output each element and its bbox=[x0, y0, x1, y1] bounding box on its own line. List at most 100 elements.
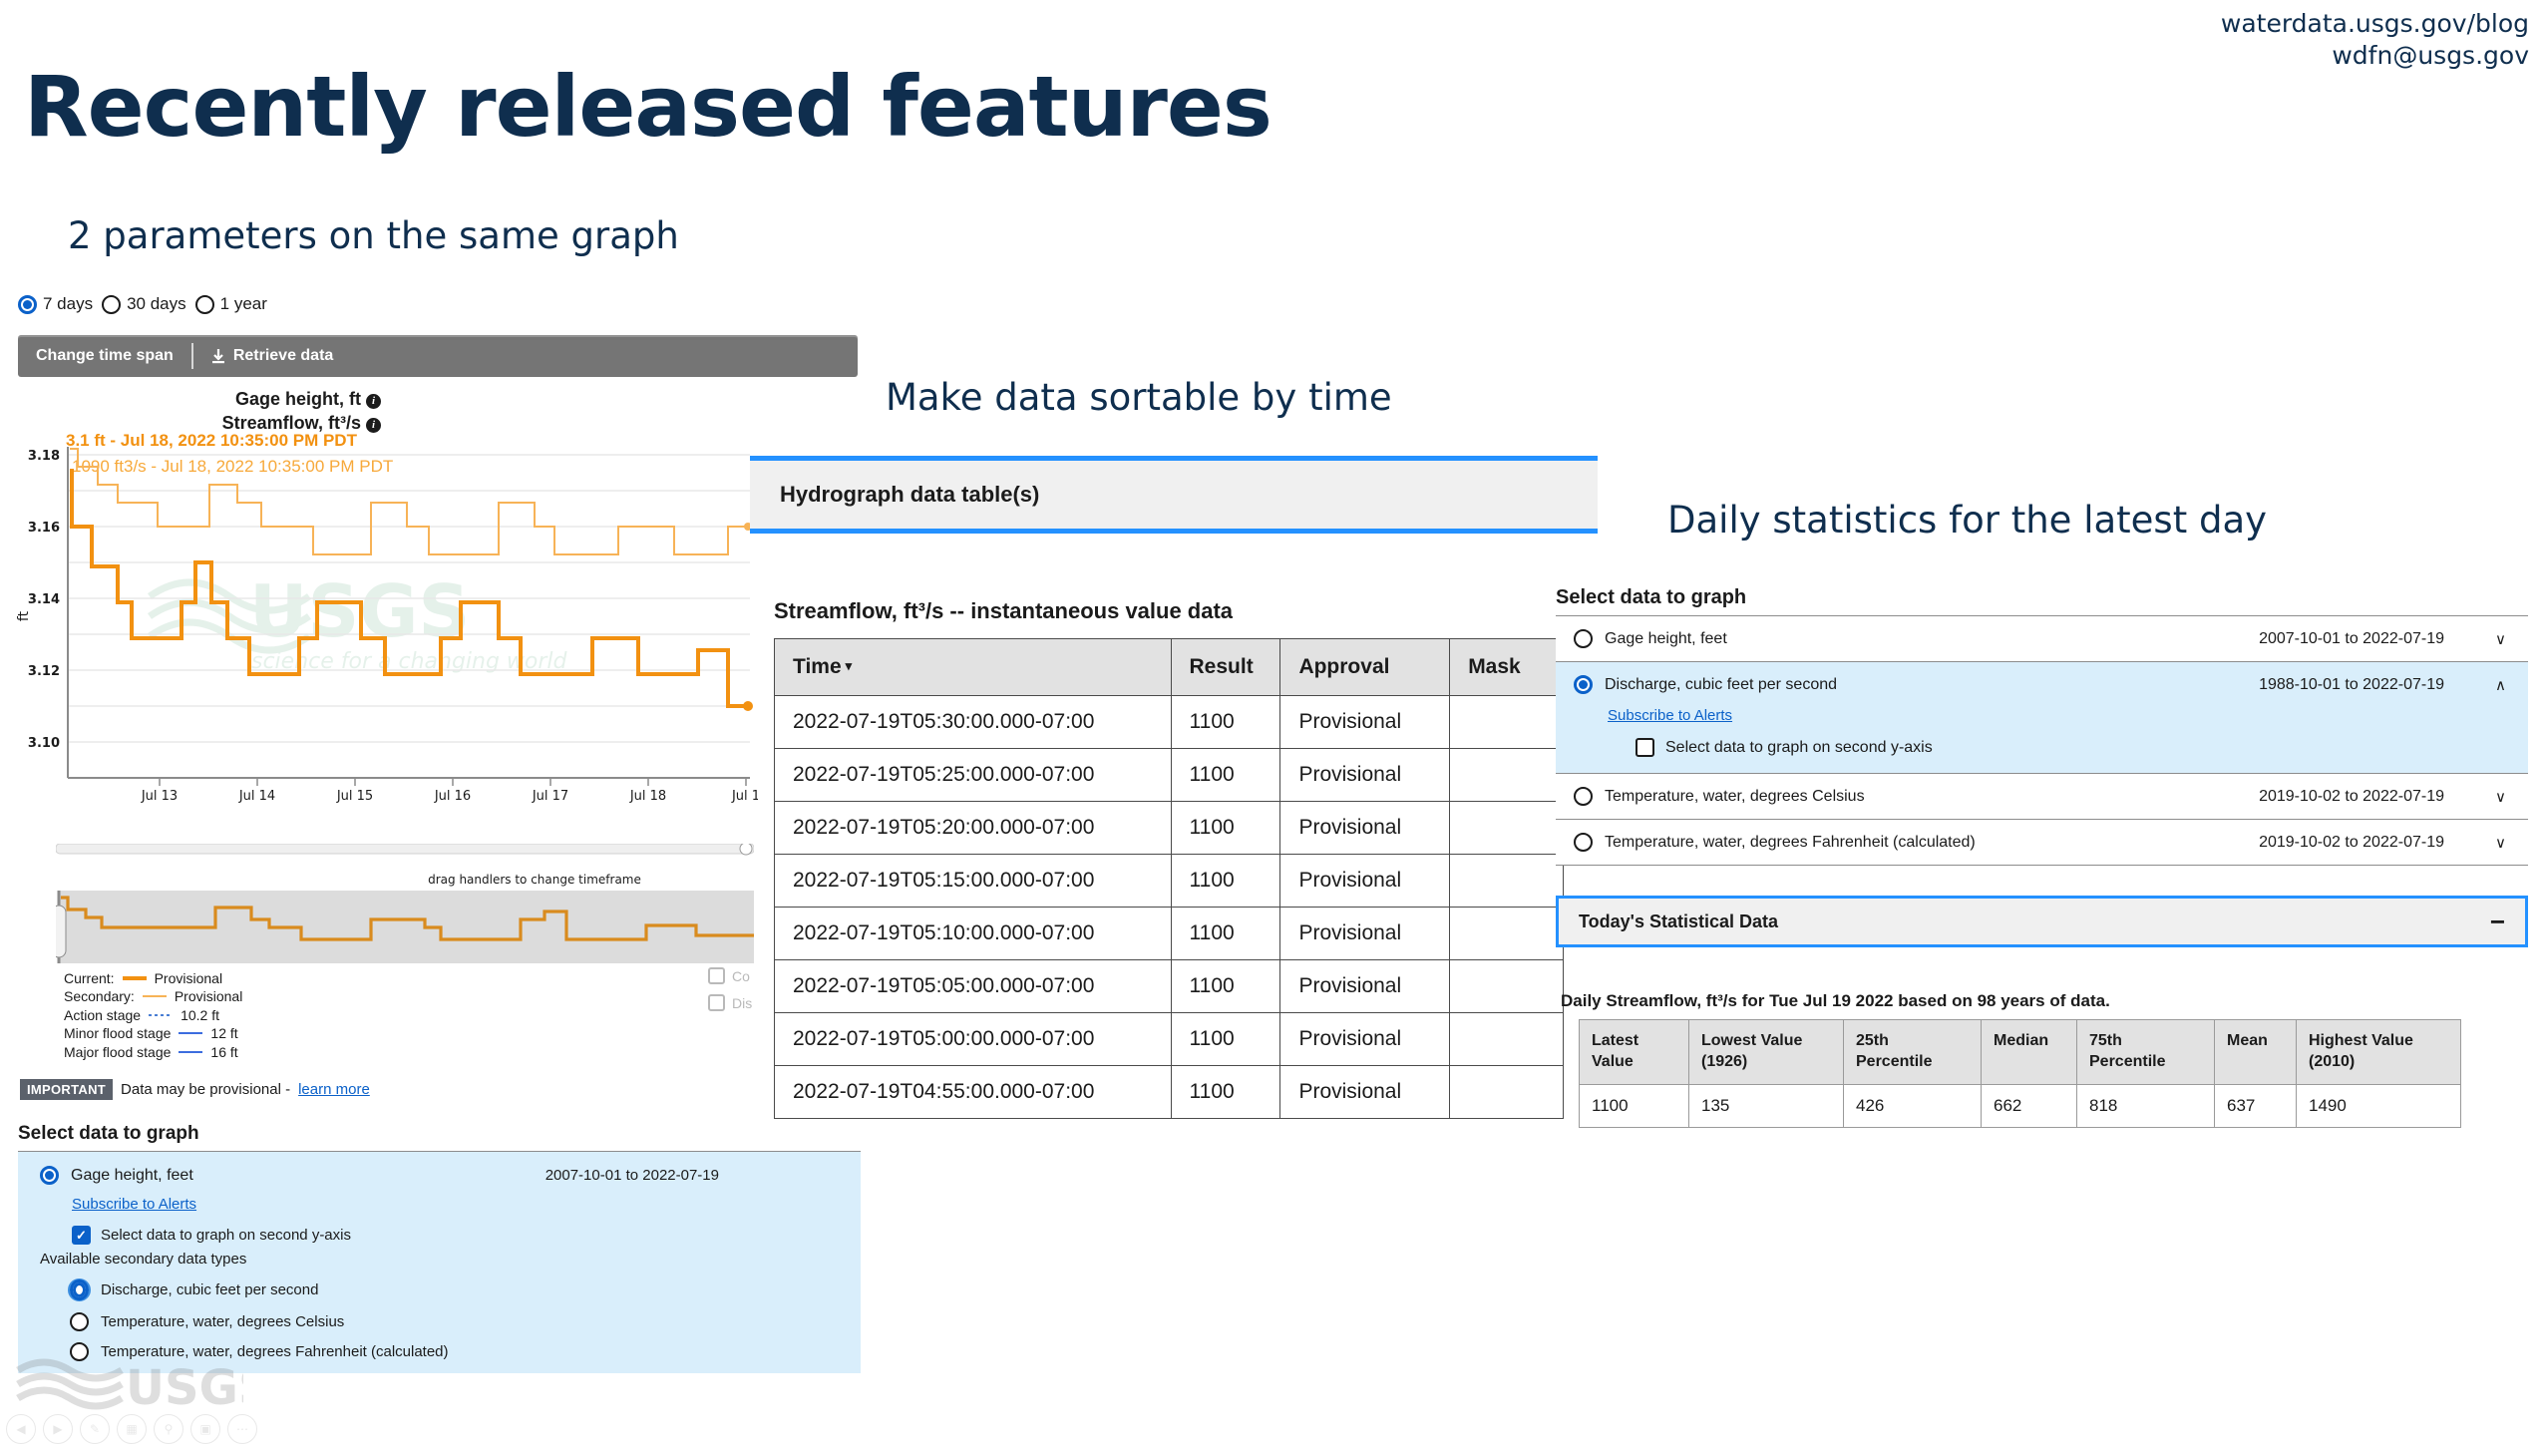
timespan-label: 30 days bbox=[127, 294, 186, 313]
timespan-option-1-year[interactable]: 1 year bbox=[194, 294, 267, 314]
brush-handle-left[interactable] bbox=[51, 905, 67, 958]
chart-option-checkboxes[interactable]: Co Dis bbox=[708, 967, 752, 1021]
cell-result: 1100 bbox=[1170, 907, 1281, 960]
contact-email: wdfn@usgs.gov bbox=[2332, 41, 2529, 70]
scroll-track[interactable] bbox=[55, 843, 755, 855]
provisional-text: Data may be provisional - bbox=[121, 1081, 291, 1098]
timeframe-brush[interactable]: drag handlers to change timeframe Jul 13… bbox=[51, 842, 755, 994]
radio-empty-icon[interactable] bbox=[70, 1312, 89, 1331]
left-option-label: Gage height, feet bbox=[71, 1166, 193, 1184]
timespan-label: 1 year bbox=[219, 294, 267, 313]
stats-cell-highest-value: 1490 bbox=[2296, 1083, 2461, 1128]
radio-empty-icon[interactable] bbox=[1574, 787, 1593, 806]
timespan-option-30-days[interactable]: 30 days bbox=[102, 294, 186, 314]
secondary-option-temp-celsius[interactable]: Temperature, water, degrees Celsius bbox=[70, 1312, 861, 1331]
svg-text:USGS: USGS bbox=[126, 1360, 243, 1416]
column-header-result[interactable]: Result bbox=[1170, 638, 1281, 696]
slide-controls[interactable]: ◀ ▶ ✎ ▦ ⚲ ▣ ⋯ bbox=[6, 1414, 257, 1444]
checkbox-empty-icon[interactable] bbox=[708, 994, 725, 1011]
column-header-mask[interactable]: Mask bbox=[1449, 638, 1564, 696]
cell-approval: Provisional bbox=[1279, 959, 1451, 1013]
chart-checkbox-compare[interactable]: Co bbox=[708, 967, 752, 984]
legend-row: Action stage 10.2 ft bbox=[64, 1006, 242, 1024]
primary-parameter-label: Gage height, ft i bbox=[222, 387, 381, 411]
change-time-span-button[interactable]: Change time span bbox=[18, 335, 191, 377]
info-icon[interactable]: i bbox=[366, 418, 381, 434]
grid-icon[interactable]: ▦ bbox=[117, 1414, 147, 1444]
subscribe-to-alerts-link[interactable]: Subscribe to Alerts bbox=[1608, 707, 1732, 724]
caret-down-icon[interactable]: ▾ bbox=[846, 658, 853, 673]
radio-selected-icon[interactable] bbox=[18, 294, 37, 314]
left-option-gage-height[interactable]: Gage height, feet 2007-10-01 to 2022-07-… bbox=[18, 1166, 861, 1185]
secondary-option-discharge[interactable]: Discharge, cubic feet per second bbox=[68, 1278, 861, 1301]
second-y-axis-checkbox-row[interactable]: ✓ Select data to graph on second y-axis bbox=[72, 1226, 861, 1245]
chevron-down-icon[interactable]: ∨ bbox=[2495, 788, 2506, 806]
notes-icon[interactable]: ▣ bbox=[190, 1414, 220, 1444]
legend-value: 10.2 ft bbox=[181, 1006, 219, 1023]
table-row: 2022-07-19T05:30:00.000-07:00 1100 Provi… bbox=[774, 695, 1564, 749]
table-header-row: Latest Value Lowest Value (1926) 25th Pe… bbox=[1579, 1019, 2461, 1085]
right-option-discharge[interactable]: Discharge, cubic feet per second 1988-10… bbox=[1556, 662, 2528, 707]
next-slide-icon[interactable]: ▶ bbox=[43, 1414, 73, 1444]
stats-cell-75th-percentile: 818 bbox=[2076, 1083, 2215, 1128]
column-header-time[interactable]: Time ▾ bbox=[774, 638, 1172, 696]
right-option-range: 2007-10-01 to 2022-07-19 bbox=[2259, 629, 2444, 647]
legend-swatch-solid-thin bbox=[142, 987, 168, 1005]
search-icon[interactable]: ⚲ bbox=[154, 1414, 183, 1444]
stats-column-highest-value: Highest Value (2010) bbox=[2296, 1019, 2461, 1085]
learn-more-link[interactable]: learn more bbox=[298, 1081, 370, 1098]
column-header-approval[interactable]: Approval bbox=[1279, 638, 1451, 696]
cell-time: 2022-07-19T05:15:00.000-07:00 bbox=[774, 854, 1172, 908]
radio-selected-icon[interactable] bbox=[40, 1166, 59, 1185]
stats-cell-latest-value: 1100 bbox=[1579, 1083, 1689, 1128]
table-row: 2022-07-19T05:25:00.000-07:00 1100 Provi… bbox=[774, 748, 1564, 802]
checkbox-empty-icon[interactable] bbox=[708, 967, 725, 984]
stats-cell-median: 662 bbox=[1981, 1083, 2077, 1128]
instantaneous-value-table: Time ▾ Result Approval Mask 2022-07-19T05… bbox=[774, 638, 1564, 1119]
right-option-temp-celsius[interactable]: Temperature, water, degrees Celsius 2019… bbox=[1556, 774, 2528, 820]
table-row: 2022-07-19T05:00:00.000-07:00 1100 Provi… bbox=[774, 1012, 1564, 1066]
left-select-title: Select data to graph bbox=[18, 1123, 199, 1144]
chart-checkbox-display[interactable]: Dis bbox=[708, 994, 752, 1011]
radio-empty-icon[interactable] bbox=[194, 294, 214, 314]
radio-selected-icon[interactable] bbox=[68, 1278, 91, 1301]
timespan-option-7-days[interactable]: 7 days bbox=[18, 294, 93, 314]
legend-value: 16 ft bbox=[210, 1043, 238, 1060]
pen-icon[interactable]: ✎ bbox=[80, 1414, 110, 1444]
table-header-row: Time ▾ Result Approval Mask bbox=[774, 638, 1564, 696]
hydrograph-chart[interactable]: Gage height, ft i Streamflow, ft³/s i 3.… bbox=[0, 387, 758, 846]
todays-stats-title: Today's Statistical Data bbox=[1579, 910, 1779, 931]
cell-approval: Provisional bbox=[1279, 1065, 1451, 1119]
chevron-up-icon[interactable]: ∧ bbox=[2495, 676, 2506, 694]
info-icon[interactable]: i bbox=[366, 394, 381, 409]
radio-empty-icon[interactable] bbox=[102, 294, 122, 314]
radio-empty-icon[interactable] bbox=[1574, 629, 1593, 648]
right-select-list: Gage height, feet 2007-10-01 to 2022-07-… bbox=[1556, 615, 2528, 866]
prev-slide-icon[interactable]: ◀ bbox=[6, 1414, 36, 1444]
chart-svg: USGS science for a changing world 3.18 3… bbox=[16, 447, 758, 804]
legend-row: Minor flood stage 12 ft bbox=[64, 1024, 242, 1042]
subscribe-to-alerts-link[interactable]: Subscribe to Alerts bbox=[72, 1196, 861, 1213]
brush-hint-label: drag handlers to change timeframe bbox=[428, 873, 641, 887]
checkbox-empty-icon[interactable] bbox=[1636, 738, 1654, 757]
y-tick-labels: 3.18 3.16 3.14 3.12 3.10 bbox=[28, 449, 60, 751]
minus-icon[interactable]: − bbox=[2490, 909, 2505, 934]
todays-stats-accordion-header[interactable]: Today's Statistical Data − bbox=[1556, 896, 2528, 947]
chevron-down-icon[interactable]: ∨ bbox=[2495, 834, 2506, 852]
right-option-temp-fahrenheit[interactable]: Temperature, water, degrees Fahrenheit (… bbox=[1556, 820, 2528, 866]
stats-cell-lowest-value: 135 bbox=[1688, 1083, 1844, 1128]
right-option-gage-height[interactable]: Gage height, feet 2007-10-01 to 2022-07-… bbox=[1556, 616, 2528, 662]
radio-selected-icon[interactable] bbox=[1574, 675, 1593, 694]
cell-result: 1100 bbox=[1170, 748, 1281, 802]
chevron-down-icon[interactable]: ∨ bbox=[2495, 630, 2506, 648]
table-row: 2022-07-19T04:55:00.000-07:00 1100 Provi… bbox=[774, 1065, 1564, 1119]
more-icon[interactable]: ⋯ bbox=[227, 1414, 257, 1444]
retrieve-data-button[interactable]: Retrieve data bbox=[193, 335, 352, 377]
radio-empty-icon[interactable] bbox=[1574, 833, 1593, 852]
svg-text:Jul 15: Jul 15 bbox=[336, 789, 373, 804]
hydrograph-accordion-header[interactable]: Hydrograph data table(s) bbox=[750, 456, 1598, 534]
checkbox-checked-icon[interactable]: ✓ bbox=[72, 1226, 91, 1245]
timespan-radio-group[interactable]: 7 days 30 days 1 year bbox=[18, 294, 267, 314]
scroll-thumb[interactable] bbox=[739, 842, 753, 856]
second-y-axis-checkbox-row[interactable]: Select data to graph on second y-axis bbox=[1636, 738, 2506, 757]
